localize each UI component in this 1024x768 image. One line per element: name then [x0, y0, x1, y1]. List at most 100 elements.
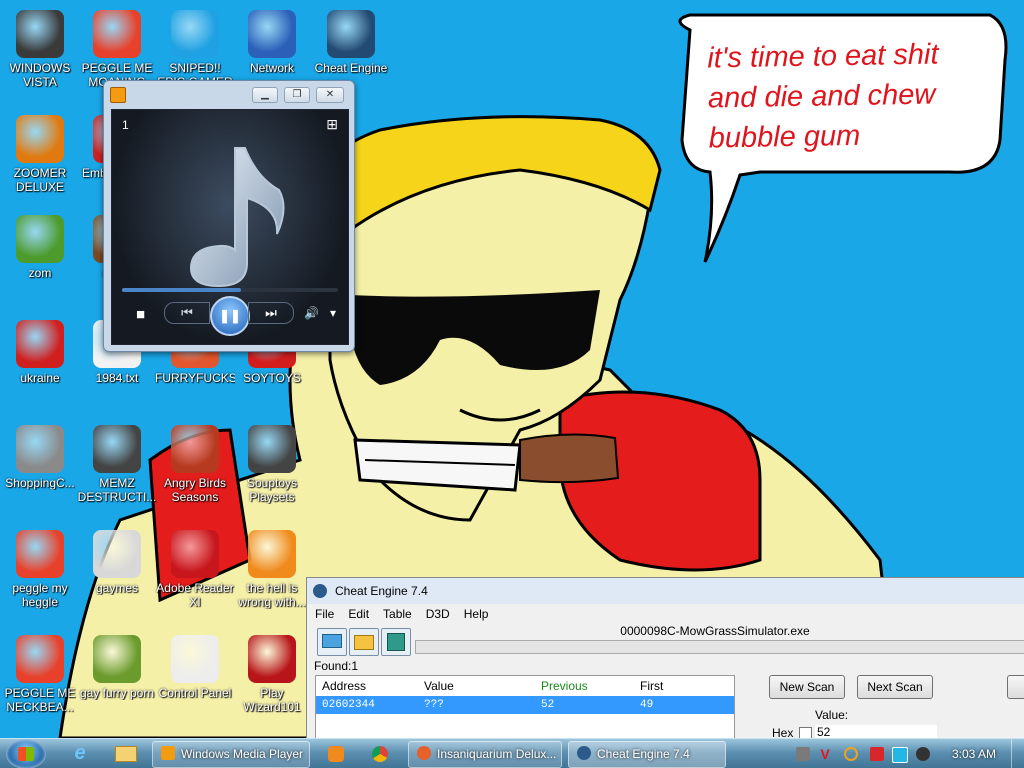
desktop-icon[interactable]: PEGGLE ME NECKBEA... [0, 635, 80, 714]
value-input[interactable]: 52 [815, 725, 937, 738]
desktop-icon[interactable]: Adobe Reader XI [155, 530, 235, 609]
file-explorer-icon[interactable] [108, 741, 144, 766]
undo-scan-button[interactable] [1007, 675, 1024, 699]
desktop-icon-label: ShoppingC... [5, 476, 75, 490]
row-address: 02602344 [322, 699, 375, 711]
internet-explorer-icon[interactable]: e [62, 741, 98, 766]
hex-label: Hex [772, 726, 794, 738]
menu-help[interactable]: Help [464, 607, 489, 621]
media-player-window[interactable]: ▁ ❐ ✕ 1 ⊞ ■ ⏮ ❚❚ ⏭ 🔊 ▾ [103, 80, 355, 352]
desktop-icon[interactable]: ukraine [0, 320, 80, 385]
select-process-icon[interactable] [317, 628, 347, 656]
table-row[interactable]: 02602344 ??? 52 49 [316, 696, 734, 714]
next-scan-button[interactable]: Next Scan [857, 675, 933, 699]
results-header: Address Value Previous First [316, 676, 734, 696]
desktop-icon-label: the hell is wrong with... [238, 581, 306, 609]
minimize-button[interactable]: ▁ [252, 87, 278, 103]
column-first[interactable]: First [639, 676, 734, 696]
chrome-icon[interactable] [362, 741, 398, 766]
desktop-icon[interactable]: Play Wizard101 [232, 635, 312, 714]
desktop-icon-label: FURRYFUCKS [155, 371, 235, 385]
desktop-icon[interactable]: Souptoys Playsets [232, 425, 312, 504]
souptoys-icon [248, 425, 296, 473]
pause-button[interactable]: ❚❚ [210, 296, 250, 336]
desktop-icon[interactable]: SNIPED!! EPIC GAMER ??? [155, 10, 235, 91]
desktop-icon[interactable]: Angry Birds Seasons [155, 425, 235, 504]
menu-file[interactable]: File [315, 607, 334, 621]
row-previous: 52 [541, 699, 555, 711]
tray-app-icon[interactable] [796, 747, 810, 761]
desktop-icon[interactable]: WINDOWS VISTA [0, 10, 80, 89]
menu-edit[interactable]: Edit [348, 607, 369, 621]
desktop-icon-label: Cheat Engine [314, 61, 388, 75]
desktop-icon[interactable]: Cheat Engine [311, 10, 391, 75]
adobe-reader-icon [171, 530, 219, 578]
close-button[interactable]: ✕ [316, 87, 344, 103]
desktop-icon[interactable]: ShoppingC... [0, 425, 80, 490]
row-value: ??? [424, 699, 444, 711]
menu-d3d[interactable]: D3D [426, 607, 450, 621]
media-player-titlebar[interactable]: ▁ ❐ ✕ [104, 81, 354, 107]
tray-search-icon[interactable] [844, 747, 858, 761]
start-button[interactable] [6, 739, 46, 768]
plant-icon [16, 215, 64, 263]
desktop-icon[interactable]: MEMZ DESTRUCTI... [77, 425, 157, 504]
desktop-icon[interactable]: peggle my heggle [0, 530, 80, 609]
desktop-icon[interactable]: gaymes [77, 530, 157, 595]
box-icon [93, 635, 141, 683]
desktop-icon[interactable]: Control Panel [155, 635, 235, 700]
volume-button[interactable]: 🔊 [304, 306, 319, 320]
process-label: 0000098C-MowGrassSimulator.exe [620, 624, 810, 638]
desktop-icon[interactable]: Network [232, 10, 312, 75]
uc-browser-icon [248, 530, 296, 578]
cheat-engine-window[interactable]: Cheat Engine 7.4 File Edit Table D3D Hel… [306, 577, 1024, 738]
stop-button[interactable]: ■ [136, 306, 145, 323]
desktop-icon[interactable]: gay furry porn [77, 635, 157, 700]
taskbar-item-cheat-engine[interactable]: Cheat Engine 7.4 [568, 741, 726, 768]
peggle-icon [93, 10, 141, 58]
desktop-icon-label: Play Wizard101 [243, 686, 301, 714]
media-player-visual: 1 ⊞ ■ ⏮ ❚❚ ⏭ 🔊 ▾ [111, 109, 349, 345]
ucbrowser-icon[interactable] [318, 741, 354, 766]
desktop-icon[interactable]: PEGGLE ME MOANING [77, 10, 157, 89]
games-folder-icon [93, 530, 141, 578]
volume-menu-button[interactable]: ▾ [330, 306, 336, 320]
cheat-engine-titlebar[interactable]: Cheat Engine 7.4 [307, 578, 1024, 604]
desktop-icon[interactable]: ZOOMER DELUXE [0, 115, 80, 194]
taskbar-item-insaniquarium[interactable]: Insaniquarium Delux... [408, 741, 562, 768]
track-number: 1 [122, 118, 129, 132]
column-address[interactable]: Address [316, 676, 423, 696]
save-icon[interactable] [381, 628, 411, 656]
tray-network-icon[interactable] [892, 747, 908, 763]
desktop-icon-label: Souptoys Playsets [246, 476, 298, 504]
peggle-icon [16, 530, 64, 578]
restore-button[interactable]: ❐ [284, 87, 310, 103]
show-desktop-button[interactable] [1011, 739, 1024, 768]
skype-icon [171, 10, 219, 58]
windows-logo-icon [18, 747, 34, 761]
desktop-icon[interactable]: the hell is wrong with... [232, 530, 312, 609]
menu-table[interactable]: Table [383, 607, 412, 621]
desktop-icon-label: SOYTOYS [243, 371, 301, 385]
menu-bar: File Edit Table D3D Help [307, 604, 1024, 624]
desktop-icon-label: ukraine [20, 371, 60, 385]
new-scan-button[interactable]: New Scan [769, 675, 845, 699]
column-previous[interactable]: Previous [540, 676, 639, 696]
angry-birds-icon [171, 425, 219, 473]
tray-antivirus-icon[interactable]: V [818, 747, 832, 761]
column-value[interactable]: Value [423, 676, 540, 696]
desktop-icon[interactable]: zom [0, 215, 80, 280]
desktop-icon-label: ZOOMER DELUXE [13, 166, 67, 194]
next-button[interactable]: ⏭ [248, 302, 294, 324]
taskbar-item-label: Windows Media Player [181, 747, 304, 761]
switch-to-library-icon[interactable]: ⊞ [326, 116, 338, 133]
hex-checkbox[interactable] [799, 727, 812, 738]
clock[interactable]: 3:03 AM [952, 747, 996, 761]
open-folder-icon[interactable] [349, 628, 379, 656]
tray-volume-icon[interactable] [916, 747, 930, 761]
seek-bar[interactable] [122, 288, 338, 292]
results-list[interactable]: Address Value Previous First 02602344 ??… [315, 675, 735, 738]
tray-flag-icon[interactable] [870, 747, 884, 761]
previous-button[interactable]: ⏮ [164, 302, 210, 324]
taskbar-item-media-player[interactable]: Windows Media Player [152, 741, 310, 768]
